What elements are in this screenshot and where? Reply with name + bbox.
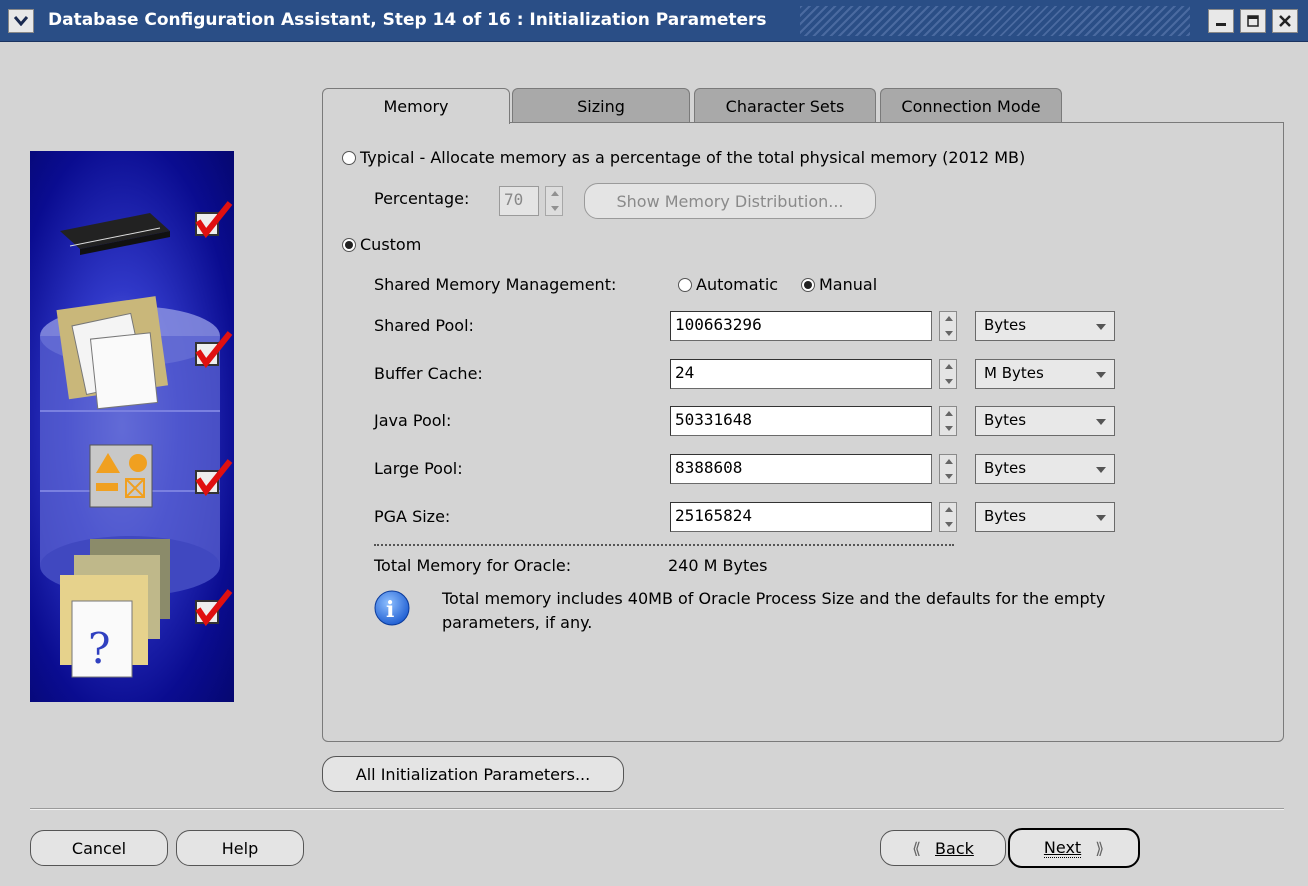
shared-pool-label: Shared Pool: [374, 316, 474, 335]
unit-value: Bytes [984, 316, 1027, 334]
shared-pool-field[interactable]: 100663296 [670, 311, 932, 341]
custom-label: Custom [360, 235, 422, 254]
help-button[interactable]: Help [176, 830, 304, 866]
next-label: Next [1043, 838, 1082, 858]
typical-label: Typical - Allocate memory as a percentag… [360, 148, 1026, 167]
automatic-label: Automatic [696, 275, 779, 294]
wizard-step-banner: ? [30, 151, 234, 702]
info-text-line1: Total memory includes 40MB of Oracle Pro… [442, 589, 1106, 608]
folder-documents-icon [56, 296, 169, 410]
manual-radio[interactable] [801, 278, 815, 292]
buffer-cache-field[interactable]: 24 [670, 359, 932, 389]
large-pool-spinner[interactable] [939, 454, 957, 484]
buffer-cache-label: Buffer Cache: [374, 364, 483, 383]
automatic-radio[interactable] [678, 278, 692, 292]
chevron-down-icon [1096, 467, 1106, 473]
typical-radio[interactable] [342, 151, 356, 165]
pga-size-field[interactable]: 25165824 [670, 502, 932, 532]
window-menu-button[interactable] [8, 9, 34, 33]
title-bar-texture [800, 6, 1190, 36]
chevron-down-icon [1096, 324, 1106, 330]
tab-label: Character Sets [725, 97, 845, 116]
help-documents-icon: ? [60, 539, 170, 678]
tab-label: Connection Mode [901, 97, 1041, 116]
tab-sizing[interactable]: Sizing [512, 88, 690, 124]
show-memory-distribution-button[interactable]: Show Memory Distribution... [584, 183, 876, 219]
divider [374, 544, 954, 546]
back-label: Back [935, 838, 974, 858]
total-memory-value: 240 M Bytes [668, 556, 768, 575]
manual-label: Manual [819, 275, 878, 294]
tab-label: Memory [383, 97, 449, 116]
shared-pool-unit-select[interactable]: Bytes [975, 311, 1115, 341]
shared-pool-spinner[interactable] [939, 311, 957, 341]
minimize-icon [1216, 23, 1226, 26]
memory-chip-icon [60, 213, 170, 255]
tab-memory[interactable]: Memory [322, 88, 510, 124]
large-pool-unit-select[interactable]: Bytes [975, 454, 1115, 484]
java-pool-label: Java Pool: [374, 411, 452, 430]
chevron-down-icon [14, 16, 28, 26]
unit-value: Bytes [984, 411, 1027, 429]
title-bar: Database Configuration Assistant, Step 1… [0, 0, 1308, 42]
info-icon: i [374, 590, 410, 626]
shapes-icon [89, 444, 153, 508]
unit-value: Bytes [984, 459, 1027, 477]
large-pool-field[interactable]: 8388608 [670, 454, 932, 484]
buffer-cache-unit-select[interactable]: M Bytes [975, 359, 1115, 389]
percentage-spinner[interactable] [545, 186, 563, 216]
unit-value: M Bytes [984, 364, 1044, 382]
maximize-button[interactable] [1240, 9, 1266, 33]
shared-memory-management-label: Shared Memory Management: [374, 275, 617, 294]
java-pool-unit-select[interactable]: Bytes [975, 406, 1115, 436]
percentage-label: Percentage: [374, 189, 470, 208]
pga-size-unit-select[interactable]: Bytes [975, 502, 1115, 532]
close-button[interactable] [1272, 9, 1298, 33]
all-initialization-parameters-button[interactable]: All Initialization Parameters... [322, 756, 624, 792]
chevron-down-icon [1096, 419, 1106, 425]
total-memory-label: Total Memory for Oracle: [374, 556, 572, 575]
minimize-button[interactable] [1208, 9, 1234, 33]
buffer-cache-spinner[interactable] [939, 359, 957, 389]
double-chevron-right-icon: ⟫ [1095, 838, 1105, 858]
next-button[interactable]: Next ⟫ [1008, 828, 1140, 868]
footer-separator [30, 808, 1284, 810]
banner-illustration: ? [40, 201, 233, 678]
maximize-icon [1247, 15, 1259, 27]
double-chevron-left-icon: ⟪ [912, 838, 922, 858]
window-title: Database Configuration Assistant, Step 1… [48, 10, 767, 30]
percentage-field[interactable]: 70 [499, 186, 539, 216]
close-icon [1279, 15, 1291, 27]
tab-connection-mode[interactable]: Connection Mode [880, 88, 1062, 124]
cancel-button[interactable]: Cancel [30, 830, 168, 866]
java-pool-field[interactable]: 50331648 [670, 406, 932, 436]
unit-value: Bytes [984, 507, 1027, 525]
chevron-down-icon [1096, 372, 1106, 378]
custom-radio[interactable] [342, 238, 356, 252]
svg-text:?: ? [88, 624, 111, 673]
chevron-down-icon [1096, 515, 1106, 521]
java-pool-spinner[interactable] [939, 406, 957, 436]
pga-size-label: PGA Size: [374, 507, 451, 526]
pga-size-spinner[interactable] [939, 502, 957, 532]
svg-text:i: i [386, 597, 394, 623]
tab-character-sets[interactable]: Character Sets [694, 88, 876, 124]
info-text-line2: parameters, if any. [442, 613, 593, 632]
tab-label: Sizing [577, 97, 625, 116]
back-button[interactable]: ⟪ Back [880, 830, 1006, 866]
large-pool-label: Large Pool: [374, 459, 463, 478]
